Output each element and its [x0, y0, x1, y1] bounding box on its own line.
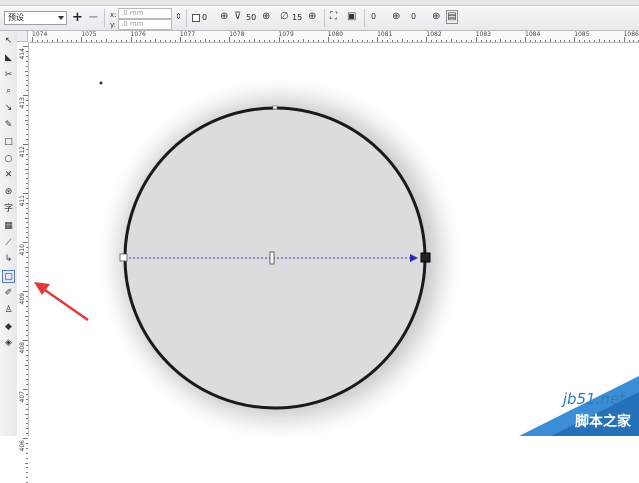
v-ruler-tick — [25, 462, 28, 464]
watermark-site: jb51.net — [562, 390, 625, 408]
v-ruler-tick — [26, 452, 28, 454]
v-ruler-tick — [26, 472, 28, 474]
v-ruler-tick — [26, 467, 28, 469]
annotation-layer — [34, 282, 89, 322]
v-ruler-label: 406 — [19, 440, 26, 452]
v-ruler-tick — [26, 477, 28, 479]
v-ruler-tick — [23, 438, 28, 439]
watermark-brand: 脚本之家 — [575, 414, 631, 430]
v-ruler-tick — [26, 442, 28, 444]
v-ruler-tick — [26, 457, 28, 459]
watermark: jb51.net 脚本之家 — [509, 374, 639, 436]
v-ruler-tick — [26, 447, 28, 449]
red-arrow-shaft — [41, 286, 89, 322]
